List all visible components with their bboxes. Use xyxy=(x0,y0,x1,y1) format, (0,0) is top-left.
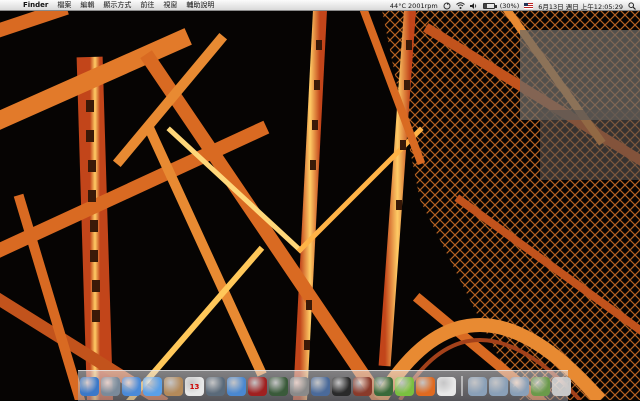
dock-android-icon[interactable] xyxy=(395,377,414,396)
dock-preview-icon[interactable] xyxy=(101,377,120,396)
spotlight-search-icon[interactable] xyxy=(628,1,636,10)
battery-percent: (30%) xyxy=(499,1,520,10)
dock: 13 xyxy=(80,372,571,396)
menu-help[interactable]: 輔助說明 xyxy=(186,0,214,10)
dock-time-machine-icon[interactable] xyxy=(269,377,288,396)
app-menu-finder[interactable]: Finder xyxy=(23,1,48,9)
wifi-icon[interactable] xyxy=(455,2,465,9)
sync-icon[interactable] xyxy=(443,2,451,10)
menu-go[interactable]: 前往 xyxy=(140,0,154,10)
dock-iphoto-icon[interactable] xyxy=(206,377,225,396)
dock-itunes-icon[interactable] xyxy=(227,377,246,396)
dock-address-book-icon[interactable] xyxy=(164,377,183,396)
input-source-us-flag-icon[interactable] xyxy=(524,2,534,9)
dock-trash-icon[interactable] xyxy=(552,377,571,396)
temperature-fan-readout[interactable]: 44°C 2001rpm xyxy=(390,2,438,10)
dock-documents-folder-icon[interactable] xyxy=(489,377,508,396)
dock-desktop-stack-icon[interactable] xyxy=(531,377,550,396)
dock-dictionary-icon[interactable] xyxy=(353,377,372,396)
dock-ical-label: 13 xyxy=(189,382,200,391)
battery-level xyxy=(483,3,487,8)
menu-file[interactable]: 檔案 xyxy=(57,0,71,10)
dock-downloads-folder-icon[interactable] xyxy=(510,377,529,396)
dock-activity-monitor-icon[interactable] xyxy=(374,377,393,396)
dock-system-preferences-icon[interactable] xyxy=(290,377,309,396)
menu-bar: Finder 檔案 編輯 顯示方式 前往 視窗 輔助說明 44°C 2001rp… xyxy=(0,0,640,11)
dock-ical-icon[interactable]: 13 xyxy=(185,377,204,396)
dock-separator xyxy=(461,376,463,396)
menu-extras: 44°C 2001rpm (30%) 6月13日 週日 上午12:05:29 xyxy=(390,0,636,11)
menu-view[interactable]: 顯示方式 xyxy=(103,0,131,10)
dock-applications-folder-icon[interactable] xyxy=(468,377,487,396)
menu-window[interactable]: 視窗 xyxy=(163,0,177,10)
dock-safari-icon[interactable] xyxy=(122,377,141,396)
dock-ichat-icon[interactable] xyxy=(143,377,162,396)
dock-xcode-icon[interactable] xyxy=(311,377,330,396)
dock-finder-icon[interactable] xyxy=(80,377,99,396)
volume-icon[interactable] xyxy=(469,2,478,10)
dock-firefox-icon[interactable] xyxy=(416,377,435,396)
desktop-wallpaper-eiffel-tower xyxy=(0,0,640,400)
dock-photo-booth-icon[interactable] xyxy=(248,377,267,396)
dock-terminal-icon[interactable] xyxy=(332,377,351,396)
dock-script-editor-icon[interactable] xyxy=(437,377,456,396)
battery-icon[interactable] xyxy=(482,2,497,9)
menu-edit[interactable]: 編輯 xyxy=(80,0,94,10)
menu-clock[interactable]: 6月13日 週日 上午12:05:29 xyxy=(538,1,623,11)
